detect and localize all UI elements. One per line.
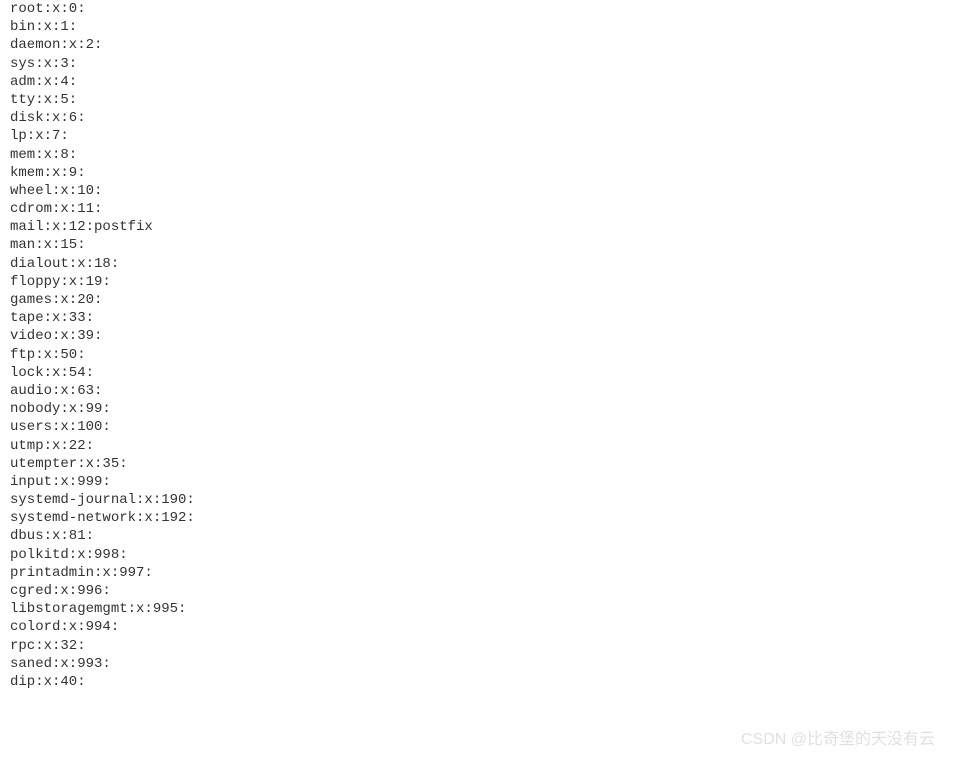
- group-entry-line: colord:x:994:: [10, 618, 955, 636]
- group-entry-line: bin:x:1:: [10, 18, 955, 36]
- group-entry-line: cdrom:x:11:: [10, 200, 955, 218]
- group-entry-line: nobody:x:99:: [10, 400, 955, 418]
- group-entry-line: lock:x:54:: [10, 364, 955, 382]
- group-entry-line: floppy:x:19:: [10, 273, 955, 291]
- group-entry-line: libstoragemgmt:x:995:: [10, 600, 955, 618]
- group-entry-line: users:x:100:: [10, 418, 955, 436]
- group-entry-line: dip:x:40:: [10, 673, 955, 691]
- group-entry-line: ftp:x:50:: [10, 346, 955, 364]
- group-entry-line: man:x:15:: [10, 236, 955, 254]
- group-entry-line: wheel:x:10:: [10, 182, 955, 200]
- group-entry-line: rpc:x:32:: [10, 637, 955, 655]
- group-entry-line: dbus:x:81:: [10, 527, 955, 545]
- group-entry-line: utmp:x:22:: [10, 437, 955, 455]
- group-entry-line: audio:x:63:: [10, 382, 955, 400]
- group-entry-line: kmem:x:9:: [10, 164, 955, 182]
- group-entry-line: systemd-journal:x:190:: [10, 491, 955, 509]
- group-entry-line: daemon:x:2:: [10, 36, 955, 54]
- watermark-text: CSDN @比奇堡的天没有云: [741, 725, 935, 749]
- group-entry-line: saned:x:993:: [10, 655, 955, 673]
- group-entry-line: tty:x:5:: [10, 91, 955, 109]
- group-entry-line: mail:x:12:postfix: [10, 218, 955, 236]
- group-entry-line: input:x:999:: [10, 473, 955, 491]
- group-entry-line: games:x:20:: [10, 291, 955, 309]
- group-entry-line: tape:x:33:: [10, 309, 955, 327]
- group-entry-line: polkitd:x:998:: [10, 546, 955, 564]
- group-entry-line: lp:x:7:: [10, 127, 955, 145]
- group-entry-line: dialout:x:18:: [10, 255, 955, 273]
- group-entry-line: video:x:39:: [10, 327, 955, 345]
- group-entry-line: root:x:0:: [10, 0, 955, 18]
- group-entry-line: mem:x:8:: [10, 146, 955, 164]
- group-entry-line: adm:x:4:: [10, 73, 955, 91]
- terminal-output: root:x:0:bin:x:1:daemon:x:2:sys:x:3:adm:…: [0, 0, 955, 691]
- group-entry-line: systemd-network:x:192:: [10, 509, 955, 527]
- group-entry-line: utempter:x:35:: [10, 455, 955, 473]
- group-entry-line: printadmin:x:997:: [10, 564, 955, 582]
- group-entry-line: cgred:x:996:: [10, 582, 955, 600]
- group-entry-line: sys:x:3:: [10, 55, 955, 73]
- group-entry-line: disk:x:6:: [10, 109, 955, 127]
